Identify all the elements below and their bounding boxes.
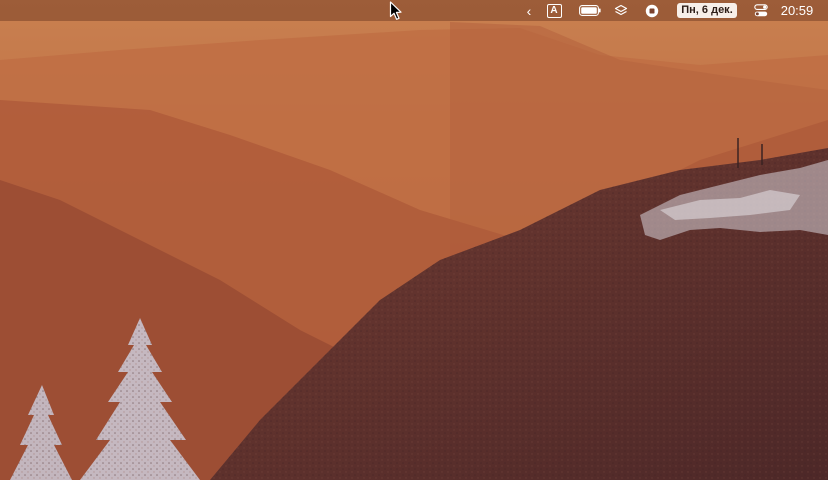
desktop: ‹ A Пн, 6 дек. 20:59: [0, 0, 828, 480]
input-source-indicator[interactable]: A: [546, 0, 562, 21]
wallpaper: [0, 0, 828, 480]
mouse-cursor-icon: [389, 1, 402, 20]
date-text: Пн, 6 дек.: [677, 3, 737, 18]
chevron-left-icon[interactable]: ‹: [522, 0, 536, 21]
battery-icon[interactable]: [578, 0, 602, 21]
clock[interactable]: 20:59: [778, 0, 816, 21]
menu-bar: ‹ A Пн, 6 дек. 20:59: [0, 0, 828, 21]
date-badge[interactable]: Пн, 6 дек.: [677, 0, 737, 21]
control-center-icon[interactable]: [752, 0, 770, 21]
layers-icon[interactable]: [612, 0, 630, 21]
input-source-label: A: [546, 3, 562, 18]
stop-record-icon[interactable]: [643, 0, 661, 21]
